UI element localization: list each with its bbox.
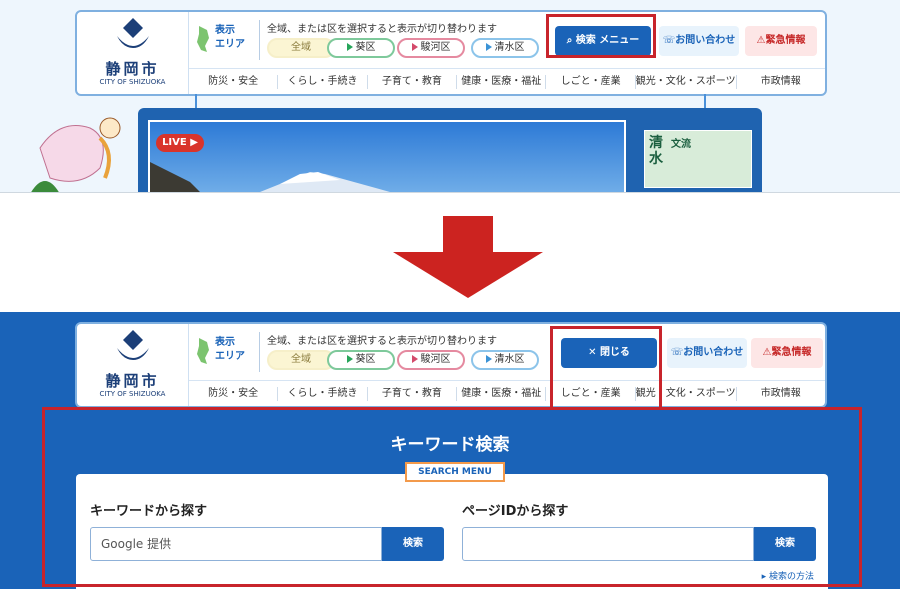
ward-button-all[interactable]: 全域	[267, 350, 335, 370]
site-header: 静岡市 CITY OF SHIZUOKA 表示 エリア 全域、または区を選択する…	[75, 322, 827, 408]
ward-button-suruga[interactable]: 駿河区	[397, 38, 465, 58]
city-name: 静岡市	[105, 372, 160, 390]
live-badge: LIVE ▶	[156, 134, 204, 152]
highlight-close-button	[550, 326, 662, 410]
city-logo[interactable]: 静岡市 CITY OF SHIZUOKA	[77, 324, 189, 406]
global-nav: 防災・安全 くらし・手続き 子育て・教育 健康・医療・福祉 しごと・産業 観光・…	[189, 68, 825, 94]
nav-item-childcare[interactable]: 子育て・教育	[368, 74, 458, 89]
city-name-en: CITY OF SHIZUOKA	[99, 78, 166, 86]
phone-icon: ☏	[670, 347, 684, 358]
area-label-line1: 表示	[215, 337, 235, 348]
divider	[259, 20, 260, 60]
triangle-right-icon	[346, 355, 353, 363]
nav-item-cityinfo[interactable]: 市政情報	[737, 387, 825, 401]
arrow-down-icon	[393, 216, 543, 298]
triangle-right-icon	[411, 355, 418, 363]
city-name-en: CITY OF SHIZUOKA	[99, 390, 166, 398]
ward-button-aoi[interactable]: 葵区	[327, 38, 395, 58]
promo-title: 文流	[671, 139, 691, 150]
nav-item-living[interactable]: くらし・手続き	[278, 74, 368, 89]
shizuoka-map-icon	[197, 26, 209, 52]
area-label-line2: エリア	[215, 351, 245, 362]
nav-item-work[interactable]: しごと・産業	[546, 74, 636, 89]
emergency-button[interactable]: ⚠緊急情報	[751, 338, 823, 368]
connector-line	[704, 94, 706, 108]
triangle-right-icon	[346, 43, 353, 51]
contact-button[interactable]: ☏お問い合わせ	[659, 26, 739, 56]
triangle-right-icon	[411, 43, 418, 51]
area-label-line2: エリア	[215, 39, 245, 50]
emergency-button[interactable]: ⚠緊急情報	[745, 26, 817, 56]
global-nav: 防災・安全 くらし・手続き 子育て・教育 健康・医療・福祉 しごと・産業 観光・…	[189, 380, 825, 406]
contact-button[interactable]: ☏お問い合わせ	[667, 338, 747, 368]
triangle-right-icon	[485, 43, 492, 51]
before-screenshot-panel: 静岡市 CITY OF SHIZUOKA 表示 エリア 全域、または区を選択する…	[0, 0, 900, 193]
shizuoka-map-icon	[197, 338, 209, 364]
city-name: 静岡市	[105, 60, 160, 78]
triangle-right-icon	[485, 355, 492, 363]
site-header: 静岡市 CITY OF SHIZUOKA 表示 エリア 全域、または区を選択する…	[75, 10, 827, 96]
phone-icon: ☏	[662, 35, 676, 46]
city-emblem-icon	[117, 330, 149, 360]
ward-button-all[interactable]: 全域	[267, 38, 335, 58]
area-label-line1: 表示	[215, 25, 235, 36]
connector-line	[195, 94, 197, 108]
city-emblem-icon	[117, 18, 149, 48]
area-description: 全域、または区を選択すると表示が切り替わります	[267, 336, 497, 347]
promo-banner[interactable]: 清 水 文流	[644, 130, 752, 188]
city-logo[interactable]: 静岡市 CITY OF SHIZUOKA	[77, 12, 189, 94]
ward-button-shimizu[interactable]: 清水区	[471, 38, 539, 58]
mt-fuji-live-image[interactable]	[148, 120, 626, 192]
nav-item-cityinfo[interactable]: 市政情報	[737, 75, 825, 89]
nav-item-health[interactable]: 健康・医療・福祉	[457, 74, 547, 89]
mountain-photo-icon	[150, 162, 390, 192]
ward-button-shimizu[interactable]: 清水区	[471, 350, 539, 370]
area-description: 全域、または区を選択すると表示が切り替わります	[267, 24, 497, 35]
mascot-illustration-icon	[31, 117, 121, 192]
nav-item-disaster[interactable]: 防災・安全	[189, 386, 279, 401]
hero-banner: LIVE ▶ 清 水 文流	[138, 108, 762, 192]
highlight-search-menu	[546, 14, 656, 58]
highlight-search-panel	[42, 407, 862, 587]
nav-item-tourism[interactable]: 観光・文化・スポーツ	[636, 74, 737, 89]
nav-item-childcare[interactable]: 子育て・教育	[368, 386, 458, 401]
ward-button-aoi[interactable]: 葵区	[327, 350, 395, 370]
ward-button-suruga[interactable]: 駿河区	[397, 350, 465, 370]
area-label: 表示 エリア	[195, 334, 257, 372]
nav-item-living[interactable]: くらし・手続き	[278, 386, 368, 401]
nav-item-disaster[interactable]: 防災・安全	[189, 74, 279, 89]
play-icon: ▶	[190, 137, 198, 148]
divider	[259, 332, 260, 372]
area-label: 表示 エリア	[195, 22, 257, 60]
after-screenshot-panel: 静岡市 CITY OF SHIZUOKA 表示 エリア 全域、または区を選択する…	[0, 312, 900, 589]
nav-item-health[interactable]: 健康・医療・福祉	[457, 386, 547, 401]
